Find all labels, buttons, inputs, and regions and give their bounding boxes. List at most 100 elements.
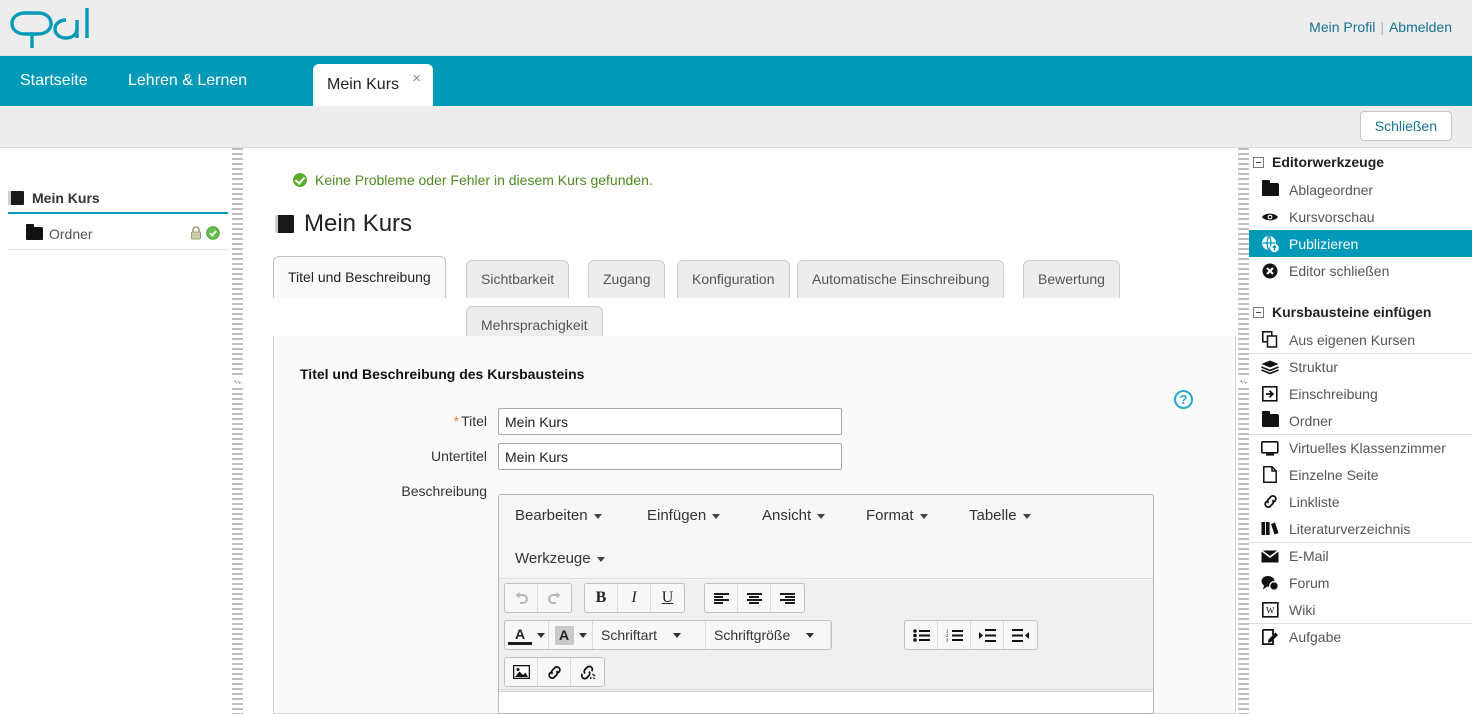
sidebar-item-einschreibung[interactable]: Einschreibung (1249, 380, 1472, 407)
menu-einfuegen[interactable]: Einfügen (641, 501, 726, 531)
book-icon (275, 215, 294, 233)
sidebar-item-virtuelles-klassenzimmer[interactable]: Virtuelles Klassenzimmer (1249, 434, 1472, 461)
sidebar-item-ablageordner[interactable]: Ablageordner (1249, 176, 1472, 203)
opal-logo[interactable] (8, 4, 108, 52)
toolbar-group-format: B I U (584, 583, 685, 613)
page-title: Mein Kurs (275, 210, 412, 238)
tab-konfiguration[interactable]: Konfiguration (677, 260, 790, 298)
menu-format[interactable]: Format (860, 501, 934, 531)
main-content-area: Keine Probleme oder Fehler in diesem Kur… (243, 148, 1238, 714)
menu-werkzeuge[interactable]: Werkzeuge (509, 544, 611, 574)
folder-icon (1261, 412, 1279, 430)
text-color-icon[interactable]: A (505, 621, 549, 649)
sidebar-item-einzelne-seite[interactable]: Einzelne Seite (1249, 461, 1472, 488)
chevron-down-icon (817, 514, 825, 519)
section-title: Kursbausteine einfügen (1272, 304, 1431, 320)
logout-link[interactable]: Abmelden (1389, 19, 1452, 35)
chevron-down-icon (594, 514, 602, 519)
sidebar-item-struktur[interactable]: Struktur (1249, 353, 1472, 380)
toolbar-group-align (704, 583, 805, 613)
sidebar-item-label: Ordner (1289, 413, 1333, 429)
bold-icon[interactable]: B (585, 584, 618, 612)
nav-item-lehren-lernen[interactable]: Lehren & Lernen (114, 56, 261, 106)
align-left-icon[interactable] (705, 584, 738, 612)
monitor-icon (1261, 439, 1279, 457)
editor-content-area[interactable] (499, 691, 1153, 714)
wiki-icon: W (1261, 601, 1279, 619)
link-icon (1261, 493, 1279, 511)
menu-tabelle[interactable]: Tabelle (963, 501, 1037, 531)
titel-input[interactable] (498, 408, 842, 435)
profile-link[interactable]: Mein Profil (1309, 19, 1375, 35)
toolbar-group-history (504, 583, 572, 613)
sidebar-item-publizieren[interactable]: Publizieren (1249, 230, 1472, 257)
sidebar-item-editor-schliessen[interactable]: Editor schließen (1249, 257, 1472, 284)
top-header-bar: Mein Profil|Abmelden (0, 0, 1472, 56)
sidebar-item-email[interactable]: E-Mail (1249, 542, 1472, 569)
sidebar-item-kursvorschau[interactable]: Kursvorschau (1249, 203, 1472, 230)
nav-item-startseite[interactable]: Startseite (6, 56, 102, 106)
sidebar-item-aus-eigenen-kursen[interactable]: Aus eigenen Kursen (1249, 326, 1472, 353)
left-panel-resize-handle[interactable] (232, 148, 243, 714)
font-family-select[interactable]: Schriftart (593, 621, 706, 649)
bullet-list-icon[interactable] (905, 621, 938, 649)
image-icon[interactable] (505, 658, 538, 686)
chevron-down-icon (1023, 514, 1031, 519)
untertitel-input[interactable] (498, 443, 842, 470)
unlink-icon[interactable] (571, 658, 604, 686)
section-title: Editorwerkzeuge (1272, 154, 1384, 170)
folder-icon (1261, 181, 1279, 199)
close-button[interactable]: Schließen (1360, 111, 1452, 141)
tree-node-label: Mein Kurs (32, 190, 100, 206)
user-links: Mein Profil|Abmelden (1309, 19, 1452, 35)
tab-sichtbarkeit[interactable]: Sichtbarkeit (466, 260, 569, 298)
tree-node-label: Ordner (49, 226, 93, 242)
menu-label: Format (866, 507, 914, 524)
align-center-icon[interactable] (738, 584, 771, 612)
sidebar-item-linkliste[interactable]: Linkliste (1249, 488, 1472, 515)
help-icon[interactable]: ? (1174, 390, 1193, 409)
sidebar-item-forum[interactable]: Forum (1249, 569, 1472, 596)
toolbar-row-3 (499, 654, 1153, 690)
background-color-icon[interactable]: A (549, 621, 593, 649)
sidebar-item-label: E-Mail (1289, 548, 1329, 564)
required-asterisk: * (454, 413, 459, 429)
numbered-list-icon[interactable]: 123 (938, 621, 971, 649)
undo-icon[interactable] (505, 584, 538, 612)
sidebar-item-wiki[interactable]: W Wiki (1249, 596, 1472, 623)
sidebar-item-aufgabe[interactable]: Aufgabe (1249, 623, 1472, 650)
close-icon[interactable]: × (412, 71, 421, 86)
redo-icon[interactable] (538, 584, 571, 612)
menu-ansicht[interactable]: Ansicht (756, 501, 831, 531)
toolbar-row-2: A A Schriftart Schriftgröße (499, 617, 1153, 653)
tree-node-mein-kurs[interactable]: Mein Kurs (8, 184, 228, 214)
menu-label: Einfügen (647, 507, 706, 524)
tree-node-ordner[interactable]: Ordner (8, 218, 228, 250)
tab-automatische-einschreibung[interactable]: Automatische Einschreibung (797, 260, 1004, 298)
sidebar-item-label: Einzelne Seite (1289, 467, 1379, 483)
form-panel: Titel und Beschreibung des Kursbausteins… (273, 336, 1236, 714)
collapse-icon[interactable] (1253, 157, 1264, 168)
italic-icon[interactable]: I (618, 584, 651, 612)
tab-zugang[interactable]: Zugang (588, 260, 665, 298)
font-size-select[interactable]: Schriftgröße (706, 621, 831, 649)
nav-item-mein-kurs[interactable]: Mein Kurs × (313, 64, 433, 106)
tab-label: Zugang (603, 271, 650, 287)
collapse-icon[interactable] (1253, 307, 1264, 318)
right-panel-resize-handle[interactable] (1238, 148, 1249, 714)
eye-icon (1261, 208, 1279, 226)
rich-text-editor: Bearbeiten Einfügen Ansicht Format Tabel… (498, 494, 1154, 714)
align-right-icon[interactable] (771, 584, 804, 612)
section-header-editorwerkzeuge[interactable]: Editorwerkzeuge (1249, 148, 1472, 176)
folder-icon (26, 227, 43, 240)
section-header-kursbausteine[interactable]: Kursbausteine einfügen (1249, 298, 1472, 326)
sidebar-item-ordner[interactable]: Ordner (1249, 407, 1472, 434)
outdent-icon[interactable] (1004, 621, 1037, 649)
menu-bearbeiten[interactable]: Bearbeiten (509, 501, 608, 531)
link-icon[interactable] (538, 658, 571, 686)
sidebar-item-literaturverzeichnis[interactable]: Literaturverzeichnis (1249, 515, 1472, 542)
underline-icon[interactable]: U (651, 584, 684, 612)
indent-icon[interactable] (971, 621, 1004, 649)
tab-bewertung[interactable]: Bewertung (1023, 260, 1120, 298)
tab-titel-und-beschreibung[interactable]: Titel und Beschreibung (273, 256, 446, 298)
